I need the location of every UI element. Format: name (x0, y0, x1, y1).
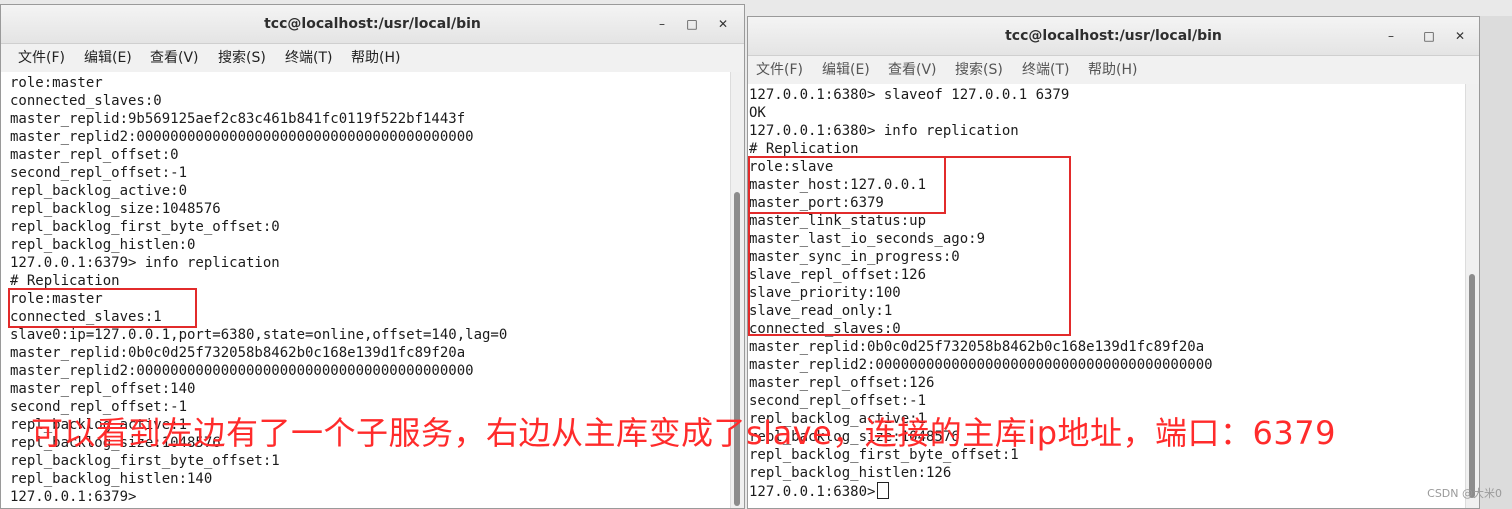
right-line: 127.0.0.1:6380> slaveof 127.0.0.1 6379 (749, 87, 1070, 103)
background-strip (1480, 16, 1512, 509)
left-line: repl_backlog_first_byte_offset:1 (10, 453, 280, 469)
left-menubar: 文件(F) 编辑(E) 查看(V) 搜索(S) 终端(T) 帮助(H) (1, 44, 744, 72)
left-line: repl_backlog_first_byte_offset:0 (10, 219, 280, 235)
left-line: master_repl_offset:140 (10, 381, 196, 397)
left-menu-view[interactable]: 查看(V) (150, 44, 199, 72)
left-line: master_replid2:0000000000000000000000000… (10, 129, 474, 145)
right-close-button[interactable]: ✕ (1450, 26, 1470, 46)
right-line: repl_backlog_histlen:126 (749, 465, 952, 481)
right-titlebar[interactable]: tcc@localhost:/usr/local/bin – □ ✕ (748, 17, 1479, 56)
left-line: master_replid2:0000000000000000000000000… (10, 363, 474, 379)
left-line: role:master (10, 75, 103, 91)
left-minimize-button[interactable]: – (652, 14, 672, 34)
right-menu-file[interactable]: 文件(F) (756, 56, 803, 84)
left-line: repl_backlog_histlen:140 (10, 471, 213, 487)
left-line: second_repl_offset:-1 (10, 165, 188, 181)
right-scrollbar[interactable] (1465, 84, 1479, 508)
csdn-watermark: CSDN @大米0 (1427, 487, 1502, 500)
left-line: connected_slaves:0 (10, 93, 162, 109)
right-line: 127.0.0.1:6380> (749, 482, 890, 500)
left-line: slave0:ip=127.0.0.1,port=6380,state=onli… (10, 327, 508, 343)
left-maximize-button[interactable]: □ (682, 14, 702, 34)
left-menu-help[interactable]: 帮助(H) (351, 44, 400, 72)
right-minimize-button[interactable]: – (1381, 26, 1401, 46)
left-menu-terminal[interactable]: 终端(T) (285, 44, 332, 72)
left-window-title: tcc@localhost:/usr/local/bin (264, 16, 481, 32)
left-line: repl_backlog_active:0 (10, 183, 188, 199)
right-menu-help[interactable]: 帮助(H) (1088, 56, 1137, 84)
right-menu-edit[interactable]: 编辑(E) (822, 56, 870, 84)
left-highlight-box (8, 288, 197, 328)
left-line: master_replid:9b569125aef2c83c461b841fc0… (10, 111, 466, 127)
left-menu-search[interactable]: 搜索(S) (218, 44, 266, 72)
right-menu-search[interactable]: 搜索(S) (955, 56, 1003, 84)
right-line: master_repl_offset:126 (749, 375, 935, 391)
right-line: OK (749, 105, 766, 121)
right-menu-terminal[interactable]: 终端(T) (1022, 56, 1069, 84)
left-line: 127.0.0.1:6379> (10, 489, 137, 505)
right-highlight-box-small (748, 156, 946, 214)
terminal-cursor (877, 482, 890, 499)
right-menubar: 文件(F) 编辑(E) 查看(V) 搜索(S) 终端(T) 帮助(H) (748, 56, 1479, 84)
left-line: 127.0.0.1:6379> info replication (10, 255, 280, 271)
left-menu-edit[interactable]: 编辑(E) (84, 44, 132, 72)
annotation-text: 可以看到左边有了一个子服务，右边从主库变成了slave，连接的主库ip地址，端口… (31, 414, 1336, 452)
left-close-button[interactable]: ✕ (713, 14, 733, 34)
right-scrollbar-thumb[interactable] (1469, 274, 1475, 498)
left-line: master_replid:0b0c0d25f732058b8462b0c168… (10, 345, 466, 361)
right-line: 127.0.0.1:6380> info replication (749, 123, 1019, 139)
right-line: master_replid2:0000000000000000000000000… (749, 357, 1213, 373)
right-window-title: tcc@localhost:/usr/local/bin (1005, 28, 1222, 44)
left-scrollbar-thumb[interactable] (734, 192, 740, 506)
right-prompt: 127.0.0.1:6380> (749, 484, 876, 500)
right-line: master_replid:0b0c0d25f732058b8462b0c168… (749, 339, 1205, 355)
left-line: master_repl_offset:0 (10, 147, 179, 163)
right-maximize-button[interactable]: □ (1419, 26, 1439, 46)
left-line: repl_backlog_size:1048576 (10, 201, 221, 217)
left-line: repl_backlog_histlen:0 (10, 237, 196, 253)
right-menu-view[interactable]: 查看(V) (888, 56, 937, 84)
left-titlebar[interactable]: tcc@localhost:/usr/local/bin – □ ✕ (1, 5, 744, 44)
left-menu-file[interactable]: 文件(F) (18, 44, 65, 72)
